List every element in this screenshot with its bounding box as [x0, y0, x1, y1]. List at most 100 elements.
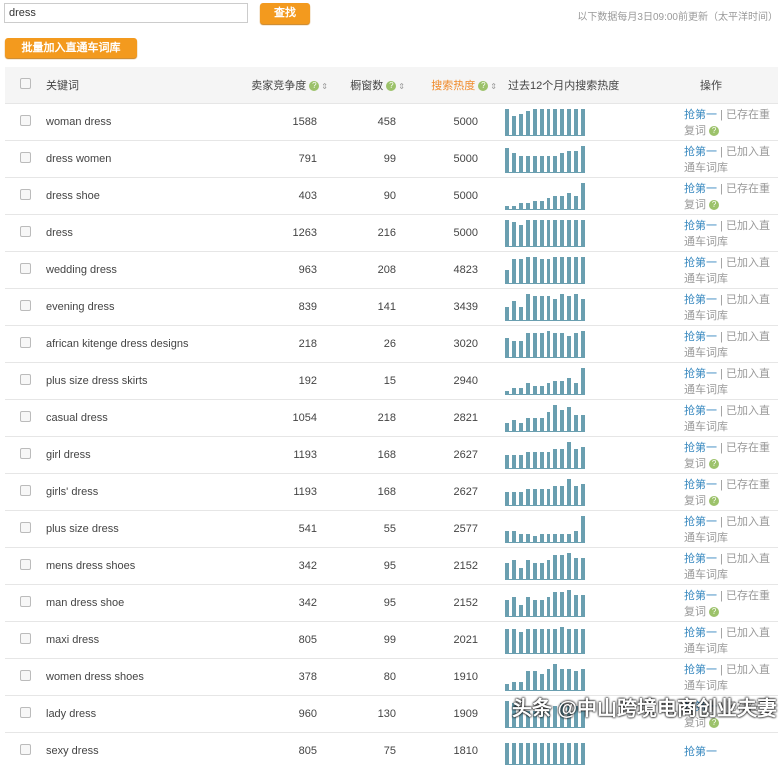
keyword: girl dress [45, 437, 237, 474]
grab-first-link[interactable]: 抢第一 [684, 405, 717, 417]
trend-bar [512, 560, 516, 578]
search-button[interactable]: 查找 [260, 3, 310, 24]
keyword: evening dress [45, 289, 237, 326]
row-checkbox[interactable] [20, 485, 31, 496]
trend-bar [512, 455, 516, 468]
trend-bar [560, 153, 564, 171]
trend-sparkline [505, 664, 585, 691]
trend-bar [574, 109, 578, 135]
grab-first-link[interactable]: 抢第一 [684, 627, 717, 639]
trend-bar [505, 701, 509, 727]
trend-bar [526, 418, 530, 431]
help-icon[interactable]: ? [709, 126, 719, 136]
competition-value: 378 [237, 659, 329, 696]
trend-bar [547, 331, 551, 357]
table-row: girl dress 1193 168 2627 抢第一 | 已存在重复词 ? [5, 437, 778, 474]
trend-bar [533, 489, 537, 505]
trend-bar [547, 412, 551, 430]
row-checkbox[interactable] [20, 337, 31, 348]
trend-bar [512, 420, 516, 430]
trend-bar [512, 206, 516, 209]
row-checkbox[interactable] [20, 374, 31, 385]
grab-first-link[interactable]: 抢第一 [684, 294, 717, 306]
trend-bar [512, 629, 516, 652]
showcase-value: 218 [329, 400, 406, 437]
trend-sparkline [505, 294, 585, 321]
row-checkbox[interactable] [20, 300, 31, 311]
row-checkbox[interactable] [20, 411, 31, 422]
row-checkbox[interactable] [20, 596, 31, 607]
competition-value: 1588 [237, 104, 329, 141]
search-input[interactable] [4, 3, 248, 23]
row-checkbox[interactable] [20, 263, 31, 274]
help-icon[interactable]: ? [478, 81, 488, 91]
trend-bar [574, 531, 578, 541]
batch-add-button[interactable]: 批量加入直通车词库 [5, 38, 137, 58]
showcase-value: 216 [329, 215, 406, 252]
row-checkbox[interactable] [20, 448, 31, 459]
trend-bar [526, 257, 530, 283]
help-icon[interactable]: ? [709, 496, 719, 506]
grab-first-link[interactable]: 抢第一 [684, 331, 717, 343]
grab-first-link[interactable]: 抢第一 [684, 746, 717, 758]
header-action: 操作 [644, 67, 778, 104]
row-checkbox[interactable] [20, 707, 31, 718]
header-competition[interactable]: 卖家竞争度 ?⇕ [237, 67, 329, 104]
heat-value: 2627 [406, 437, 498, 474]
trend-bar [547, 198, 551, 208]
heat-value: 5000 [406, 215, 498, 252]
grab-first-link[interactable]: 抢第一 [684, 257, 717, 269]
keyword: dress shoe [45, 178, 237, 215]
trend-bar [560, 592, 564, 615]
sort-icon[interactable]: ⇕ [321, 82, 328, 91]
heat-value: 3439 [406, 289, 498, 326]
grab-first-link[interactable]: 抢第一 [684, 368, 717, 380]
trend-bar [505, 600, 509, 616]
row-checkbox[interactable] [20, 633, 31, 644]
trend-bar [526, 383, 530, 393]
help-icon[interactable]: ? [709, 200, 719, 210]
grab-first-link[interactable]: 抢第一 [684, 516, 717, 528]
trend-bar [547, 383, 551, 393]
help-icon[interactable]: ? [309, 81, 319, 91]
row-checkbox[interactable] [20, 115, 31, 126]
row-checkbox[interactable] [20, 670, 31, 681]
row-checkbox[interactable] [20, 522, 31, 533]
trend-bar [574, 151, 578, 172]
header-showcase[interactable]: 橱窗数 ?⇕ [329, 67, 406, 104]
trend-bar [581, 368, 585, 394]
trend-bar [533, 156, 537, 172]
sort-icon[interactable]: ⇕ [398, 82, 405, 91]
grab-first-link[interactable]: 抢第一 [684, 109, 717, 121]
heat-value: 4823 [406, 252, 498, 289]
grab-first-link[interactable]: 抢第一 [684, 146, 717, 158]
grab-first-link[interactable]: 抢第一 [684, 183, 717, 195]
row-checkbox[interactable] [20, 152, 31, 163]
sort-icon[interactable]: ⇕ [490, 82, 497, 91]
help-icon[interactable]: ? [709, 607, 719, 617]
help-icon[interactable]: ? [386, 81, 396, 91]
grab-first-link[interactable]: 抢第一 [684, 664, 717, 676]
trend-bar [505, 109, 509, 135]
trend-bar [540, 259, 544, 282]
row-checkbox[interactable] [20, 744, 31, 755]
watermark: 头条 @中山跨境电商创业夫妻 [512, 692, 777, 721]
grab-first-link[interactable]: 抢第一 [684, 590, 717, 602]
grab-first-link[interactable]: 抢第一 [684, 220, 717, 232]
grab-first-link[interactable]: 抢第一 [684, 553, 717, 565]
select-all-checkbox[interactable] [20, 78, 31, 89]
table-row: casual dress 1054 218 2821 抢第一 | 已加入直通车词… [5, 400, 778, 437]
grab-first-link[interactable]: 抢第一 [684, 442, 717, 454]
keyword: african kitenge dress designs [45, 326, 237, 363]
row-checkbox[interactable] [20, 226, 31, 237]
trend-bar [505, 338, 509, 356]
trend-bar [581, 257, 585, 283]
row-checkbox[interactable] [20, 189, 31, 200]
trend-bar [519, 259, 523, 282]
row-checkbox[interactable] [20, 559, 31, 570]
help-icon[interactable]: ? [709, 459, 719, 469]
grab-first-link[interactable]: 抢第一 [684, 479, 717, 491]
trend-bar [533, 386, 537, 394]
trend-bar [574, 383, 578, 393]
header-heat[interactable]: 搜索热度 ?⇕ [406, 67, 498, 104]
